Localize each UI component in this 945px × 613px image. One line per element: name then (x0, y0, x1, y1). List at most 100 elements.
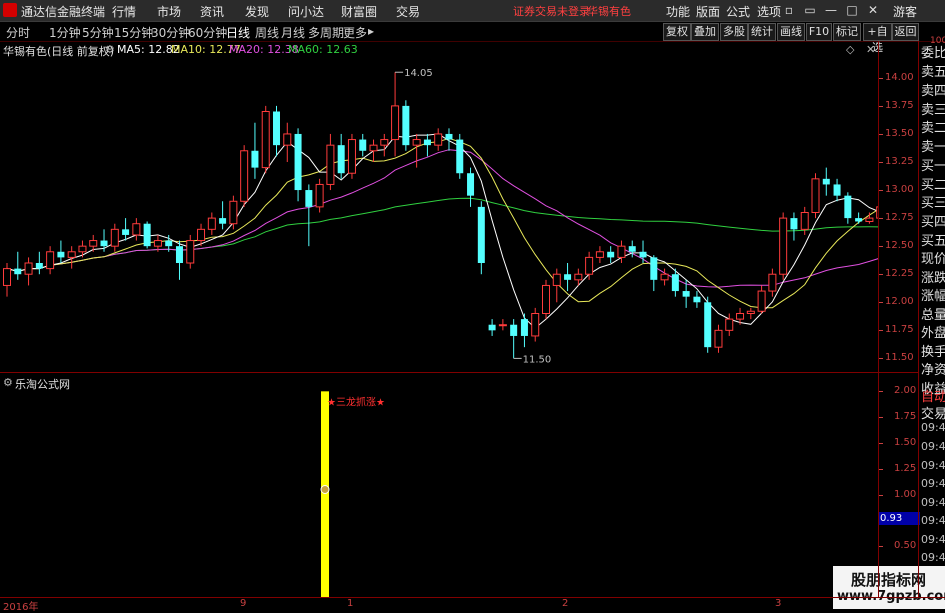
candle[interactable] (445, 128, 453, 151)
candle[interactable] (531, 307, 540, 342)
login-notice[interactable]: 证券交易未登录 (513, 3, 590, 19)
window-button-icon[interactable]: □ (842, 2, 862, 18)
candle[interactable] (639, 240, 647, 263)
signal-bar[interactable]: ★三龙抓涨★ (320, 391, 385, 598)
period-tab[interactable]: 更多 (343, 24, 367, 41)
candle[interactable] (865, 212, 874, 224)
period-tab[interactable]: 月线 (281, 24, 305, 41)
candle[interactable] (240, 145, 249, 207)
kline-svg[interactable]: 14.05 11.50 (0, 41, 885, 372)
candle[interactable] (412, 133, 421, 168)
candle[interactable] (402, 100, 410, 151)
toolbar-button[interactable]: 多股 (720, 23, 748, 41)
candle[interactable] (498, 319, 507, 331)
candle[interactable] (315, 178, 324, 213)
right-menu-item[interactable]: 功能 (666, 3, 690, 20)
window-button-icon[interactable]: ▭ (800, 2, 820, 18)
toolbar-button[interactable]: 返回 (892, 23, 919, 41)
candle[interactable] (14, 251, 22, 280)
candle[interactable] (768, 268, 777, 297)
candle[interactable] (855, 212, 863, 224)
candle[interactable] (57, 240, 65, 263)
candle[interactable] (822, 167, 830, 196)
candle[interactable] (542, 279, 550, 320)
indicator-chart[interactable]: ★三龙抓涨★ (0, 373, 878, 598)
user-label[interactable]: 游客 (893, 3, 917, 20)
candle[interactable] (132, 218, 141, 241)
candle[interactable] (251, 122, 259, 179)
candle[interactable] (283, 122, 292, 162)
menu-item[interactable]: 问小达 (288, 3, 324, 20)
trade-label[interactable]: 交易 (921, 403, 945, 422)
right-menu-item[interactable]: 公式 (726, 3, 750, 20)
candle[interactable] (467, 167, 475, 207)
main-kline-chart[interactable]: 14.05 11.50 (0, 41, 885, 372)
candle[interactable] (757, 285, 766, 314)
candle[interactable] (175, 240, 183, 280)
toolbar-button[interactable]: 画线 (777, 23, 805, 41)
candle[interactable] (347, 133, 356, 179)
candle[interactable] (456, 133, 464, 179)
candle[interactable] (650, 255, 658, 292)
candle[interactable] (46, 246, 55, 275)
candle[interactable] (488, 319, 496, 336)
menu-item[interactable]: 财富圈 (341, 3, 377, 20)
candle[interactable] (564, 263, 572, 292)
period-tab[interactable]: 周线 (255, 24, 279, 41)
settings-gear-icon[interactable]: ⚙ (105, 43, 115, 56)
period-tab[interactable]: 日线 (226, 24, 250, 41)
indicator-settings-icon[interactable]: ⚙ (3, 376, 13, 389)
menu-item[interactable]: 资讯 (200, 3, 224, 20)
candle[interactable] (790, 212, 798, 241)
period-tab[interactable]: 60分钟 (188, 24, 227, 41)
toolbar-button[interactable]: F10 (806, 23, 832, 41)
period-tab[interactable]: 多周期 (308, 24, 344, 41)
candle[interactable] (24, 257, 33, 286)
candle[interactable] (143, 221, 151, 249)
candle[interactable] (186, 234, 195, 269)
menu-item[interactable]: 发现 (245, 3, 269, 20)
candle[interactable] (811, 173, 820, 219)
period-tab[interactable]: 5分钟 (82, 24, 114, 41)
toolbar-button[interactable]: +自选 (863, 23, 892, 54)
candle[interactable] (423, 133, 431, 157)
candle[interactable] (746, 307, 755, 320)
candle[interactable] (261, 105, 270, 174)
menu-item[interactable]: 行情 (112, 3, 136, 20)
candle[interactable] (714, 324, 723, 353)
candle[interactable] (779, 212, 788, 280)
candle[interactable] (273, 105, 280, 157)
candle[interactable] (67, 246, 76, 269)
window-button-icon[interactable]: ✕ (863, 2, 883, 18)
candle[interactable] (552, 268, 561, 303)
candle[interactable] (434, 128, 443, 151)
candle[interactable] (833, 178, 841, 202)
candle[interactable] (391, 72, 400, 157)
candle[interactable] (704, 296, 712, 353)
right-menu-item[interactable]: 选项 (757, 3, 781, 20)
period-tab[interactable]: 分时 (6, 24, 30, 41)
candle[interactable] (477, 201, 485, 275)
candle[interactable] (219, 201, 227, 230)
candle[interactable] (3, 263, 11, 297)
more-dropdown-icon[interactable]: ▸ (368, 24, 374, 38)
candle[interactable] (617, 240, 626, 263)
indicator-svg[interactable]: ★三龙抓涨★ (0, 373, 878, 598)
candle[interactable] (110, 223, 119, 252)
candle[interactable] (359, 133, 367, 157)
candle[interactable] (595, 246, 604, 263)
period-tab[interactable]: 15分钟 (114, 24, 153, 41)
candle[interactable] (305, 184, 313, 247)
candle[interactable] (326, 133, 335, 191)
candle[interactable] (207, 212, 216, 235)
toolbar-button[interactable]: 叠加 (691, 23, 719, 41)
close-icon[interactable]: ✕ (866, 43, 875, 56)
window-button-icon[interactable]: — (821, 2, 841, 18)
candle[interactable] (122, 218, 130, 241)
candle[interactable] (380, 133, 389, 157)
menu-item[interactable]: 交易 (396, 3, 420, 20)
candle[interactable] (78, 240, 87, 258)
toolbar-button[interactable]: 标记 (833, 23, 861, 41)
candle[interactable] (844, 192, 852, 224)
candle[interactable] (229, 195, 238, 230)
